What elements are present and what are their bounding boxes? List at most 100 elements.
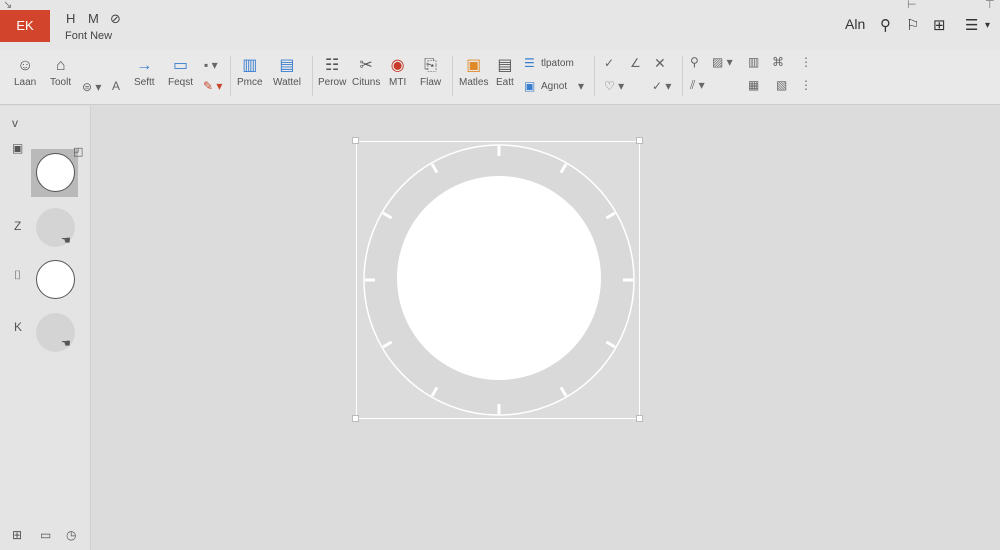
- slide-thumbnail-4[interactable]: ☚: [31, 309, 78, 357]
- close-icon[interactable]: ✕: [654, 55, 666, 72]
- tool-label: MTI: [389, 77, 407, 88]
- ribbon-tool-folder[interactable]: ▭ Feqst: [168, 55, 193, 88]
- search-label[interactable]: Aln: [845, 16, 865, 32]
- ribbon-text-item[interactable]: tlpatom: [541, 58, 574, 69]
- bars-icon[interactable]: ▥: [748, 55, 759, 69]
- ribbon-tool-chart[interactable]: ▥ Pmce: [237, 55, 263, 88]
- picture-icon[interactable]: ▨ ▾: [712, 55, 733, 69]
- heart-dropdown-icon[interactable]: ♡ ▾: [604, 79, 624, 93]
- ribbon-tool-home[interactable]: ⌂ Toolt: [50, 55, 71, 88]
- ribbon-separator: [452, 56, 453, 96]
- chevron-down-icon[interactable]: ▾: [985, 20, 990, 31]
- circle-shape: [36, 260, 75, 299]
- tool-label: Toolt: [50, 77, 72, 88]
- folder-icon[interactable]: ▭: [40, 528, 51, 542]
- check-draw-icon[interactable]: ✓: [604, 56, 614, 70]
- more-vertical-icon[interactable]: ⋮: [800, 55, 812, 69]
- more-vertical-icon[interactable]: ⋮: [800, 78, 812, 92]
- style-icon[interactable]: ▣: [524, 79, 535, 93]
- edge-mark-icon: ⊤: [985, 0, 995, 11]
- no-entry-icon[interactable]: ⊘: [110, 11, 121, 27]
- resize-handle-nw[interactable]: [352, 137, 359, 144]
- text-style-icon[interactable]: A: [112, 79, 120, 93]
- highlight-icon[interactable]: ✎ ▾: [203, 79, 222, 93]
- header-icon[interactable]: H: [66, 11, 75, 26]
- resize-handle-ne[interactable]: [636, 137, 643, 144]
- user-icon: ☺: [16, 57, 34, 74]
- chevron-down-icon[interactable]: ▾: [578, 79, 584, 93]
- wand-icon[interactable]: ⌘: [772, 55, 784, 69]
- ribbon-tool-cut[interactable]: ✂ Cituns: [352, 55, 380, 88]
- ribbon-separator: [594, 56, 595, 96]
- bar-chart-icon: ▥: [242, 57, 258, 74]
- menu-icon[interactable]: ☰: [965, 16, 978, 34]
- slide-thumbnail-3[interactable]: [31, 256, 78, 304]
- app-badge[interactable]: ΕΚ: [0, 10, 50, 42]
- merge-icon[interactable]: ▦: [748, 78, 759, 92]
- ribbon-tool-user[interactable]: ☺ Laan: [14, 55, 36, 88]
- tool-label: Cituns: [352, 77, 381, 88]
- edge-mark-icon: ⊢: [907, 0, 917, 11]
- resize-icon: ◰: [73, 146, 84, 158]
- tool-label: Pmce: [237, 77, 263, 88]
- check-dropdown-icon[interactable]: ✓ ▾: [652, 79, 671, 93]
- split-icon[interactable]: ▧: [776, 78, 787, 92]
- zoom-icon[interactable]: ⚲: [690, 55, 699, 69]
- hand-cursor-icon: ☚: [61, 235, 71, 247]
- title-bar: ↘ ⊢ ⊤ ΕΚ H M ⊘ Font New Aln ⚲ ⚐ ⊞ ☰ ▾: [0, 0, 1000, 50]
- slide-panel: v ▣ ◰ Z ☚ ⌷ K ☚ ⊞ ▭ ◷: [0, 106, 91, 550]
- scissors-icon: ✂: [359, 57, 373, 74]
- slide-marker: K: [14, 320, 23, 334]
- tool-label: Seftt: [134, 77, 155, 88]
- home-lock-icon: ⌂: [55, 57, 66, 74]
- dial-graphic: [356, 141, 640, 419]
- slide-thumbnail-1[interactable]: ◰: [31, 146, 83, 197]
- grid-view-icon[interactable]: ⊞: [12, 528, 22, 542]
- slide-marker-icon: ▣: [12, 141, 24, 155]
- ribbon-tool-text[interactable]: ▤ Eatt: [496, 55, 514, 88]
- ribbon-tool-docchart[interactable]: ▤ Wattel: [273, 55, 301, 88]
- ribbon-separator: [230, 56, 231, 96]
- tool-label: Matles: [459, 77, 489, 88]
- tool-label: Perow: [318, 77, 347, 88]
- tool-label: Flaw: [420, 77, 442, 88]
- more-icon[interactable]: ▪ ▾: [204, 58, 218, 72]
- file-name: Font New: [65, 30, 113, 42]
- ribbon-separator: [682, 56, 683, 96]
- tool-label: Eatt: [496, 77, 514, 88]
- arrow-right-icon: →: [136, 57, 153, 74]
- ribbon-tool-edit[interactable]: ⎘ Flaw: [420, 55, 441, 88]
- resize-handle-sw[interactable]: [352, 415, 359, 422]
- tool-label: Laan: [14, 77, 37, 88]
- circle-shape: [36, 153, 75, 192]
- color-wheel-icon: ◉: [390, 57, 405, 74]
- tool-label: Wattel: [273, 77, 301, 88]
- resize-handle-se[interactable]: [636, 415, 643, 422]
- tool-label: Feqst: [168, 77, 194, 88]
- collapse-toggle[interactable]: v: [12, 116, 18, 130]
- list-icon: ☷: [325, 57, 340, 74]
- text-page-icon: ▤: [497, 57, 513, 74]
- ribbon-toolbar: ☺ Laan ⌂ Toolt ⊜ ▾ A → Seftt ▭ Feqst ▪ ▾…: [0, 50, 1000, 105]
- inner-disc: [397, 176, 601, 380]
- shape-icon[interactable]: ⊜ ▾: [82, 80, 101, 94]
- search-icon[interactable]: ⚲: [880, 16, 891, 34]
- slide-thumbnail-2[interactable]: ☚: [31, 204, 78, 252]
- slide-marker: Z: [14, 219, 22, 233]
- hand-cursor-icon: ☚: [61, 338, 71, 350]
- pin-icon[interactable]: ⚐: [906, 16, 919, 34]
- brush-icon[interactable]: ⫽ ▾: [690, 78, 705, 93]
- ribbon-tool-send[interactable]: → Seftt: [134, 55, 155, 88]
- grid-icon[interactable]: ⊞: [933, 16, 946, 34]
- document-chart-icon: ▤: [279, 57, 295, 74]
- ribbon-tool-color[interactable]: ◉ MTI: [389, 55, 406, 88]
- ribbon-separator: [312, 56, 313, 96]
- pencil-icon[interactable]: ∠: [630, 56, 641, 70]
- mail-icon[interactable]: M: [88, 11, 99, 26]
- align-icon[interactable]: ☰: [524, 56, 535, 70]
- ribbon-tool-list[interactable]: ☷ Perow: [318, 55, 346, 88]
- selected-shape[interactable]: [352, 137, 643, 422]
- ribbon-text-item[interactable]: Agnot: [541, 81, 567, 92]
- ribbon-tool-pages[interactable]: ▣ Matles: [459, 55, 488, 88]
- clock-icon[interactable]: ◷: [66, 528, 76, 542]
